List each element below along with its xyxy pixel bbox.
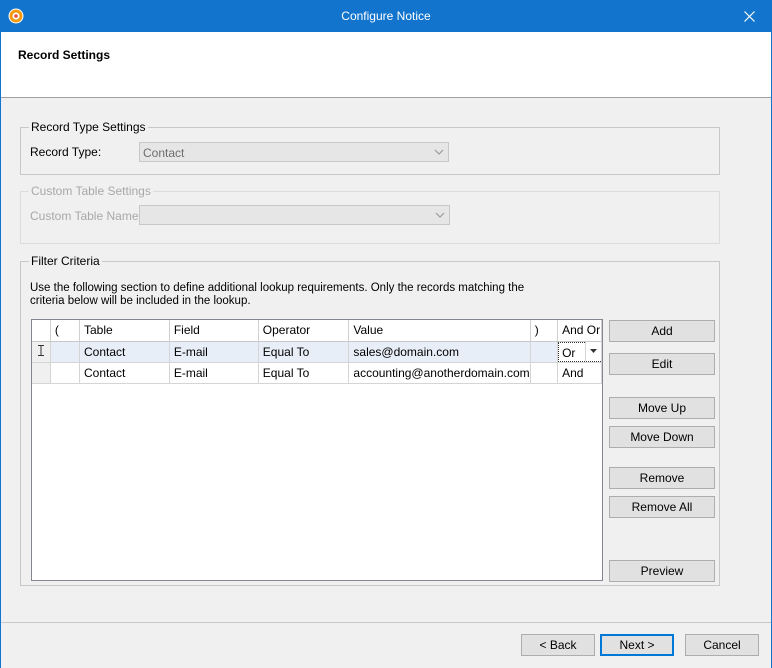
preview-button[interactable]: Preview <box>609 560 715 582</box>
cell-value[interactable]: sales@domain.com <box>348 341 531 363</box>
filter-grid[interactable]: ( Table Field Operator Value ) And Or Co… <box>31 319 603 581</box>
window-border-left <box>0 32 1 668</box>
dropdown-arrow-icon <box>590 349 597 353</box>
column-header-value[interactable]: Value <box>348 320 531 342</box>
close-icon <box>743 10 755 22</box>
page-title: Record Settings <box>18 48 111 62</box>
cell-value[interactable]: accounting@anotherdomain.com <box>348 362 531 384</box>
row-indicator <box>32 341 51 363</box>
table-row[interactable]: Contact E-mail Equal To sales@domain.com… <box>32 341 602 363</box>
move-down-button[interactable]: Move Down <box>609 426 715 448</box>
title-bar: Configure Notice <box>0 0 772 32</box>
cell-operator[interactable]: Equal To <box>258 362 350 384</box>
column-header-field[interactable]: Field <box>169 320 259 342</box>
custom-table-label: Custom Table Name: <box>30 209 142 223</box>
text-cursor-icon <box>37 344 44 356</box>
grid-header-row: ( Table Field Operator Value ) And Or <box>32 320 602 342</box>
close-button[interactable] <box>726 0 772 32</box>
footer-separator <box>1 622 771 623</box>
cell-and-or-dropdown[interactable]: Or <box>557 341 602 363</box>
row-indicator <box>32 362 51 384</box>
cell-field[interactable]: E-mail <box>169 341 259 363</box>
next-button[interactable]: Next > <box>600 634 674 656</box>
record-type-label: Record Type: <box>30 145 102 159</box>
cell-open-paren[interactable] <box>50 341 80 363</box>
column-header-operator[interactable]: Operator <box>258 320 350 342</box>
move-up-button[interactable]: Move Up <box>609 397 715 419</box>
chevron-down-icon <box>435 212 445 218</box>
cancel-button[interactable]: Cancel <box>685 634 759 656</box>
cell-table[interactable]: Contact <box>79 362 170 384</box>
remove-button[interactable]: Remove <box>609 467 715 489</box>
filter-description: Use the following section to define addi… <box>30 282 525 307</box>
column-header-table[interactable]: Table <box>79 320 170 342</box>
add-button[interactable]: Add <box>609 320 715 342</box>
custom-table-select[interactable] <box>139 205 450 225</box>
cell-operator[interactable]: Equal To <box>258 341 350 363</box>
cell-open-paren[interactable] <box>50 362 80 384</box>
edit-button[interactable]: Edit <box>609 353 715 375</box>
record-type-select[interactable]: Contact <box>139 142 449 162</box>
cell-close-paren[interactable] <box>530 341 559 363</box>
cell-table[interactable]: Contact <box>79 341 170 363</box>
record-type-group-label: Record Type Settings <box>31 120 146 134</box>
grid-header-indicator <box>32 320 51 342</box>
table-row[interactable]: Contact E-mail Equal To accounting@anoth… <box>32 362 602 384</box>
record-type-value: Contact <box>143 146 185 160</box>
filter-criteria-group-label: Filter Criteria <box>31 254 100 268</box>
cell-close-paren[interactable] <box>530 362 559 384</box>
back-button[interactable]: < Back <box>521 634 595 656</box>
cell-and-or[interactable]: And <box>557 362 602 384</box>
column-header-open-paren[interactable]: ( <box>50 320 80 342</box>
cell-field[interactable]: E-mail <box>169 362 259 384</box>
window-title: Configure Notice <box>341 9 431 23</box>
chevron-down-icon <box>434 149 444 155</box>
and-or-dropdown-button[interactable] <box>585 341 601 361</box>
column-header-close-paren[interactable]: ) <box>530 320 559 342</box>
and-or-value: Or <box>562 345 576 360</box>
remove-all-button[interactable]: Remove All <box>609 496 715 518</box>
column-header-and-or[interactable]: And Or <box>557 320 602 342</box>
custom-table-group-label: Custom Table Settings <box>31 184 151 198</box>
page-header: Record Settings <box>1 32 771 98</box>
